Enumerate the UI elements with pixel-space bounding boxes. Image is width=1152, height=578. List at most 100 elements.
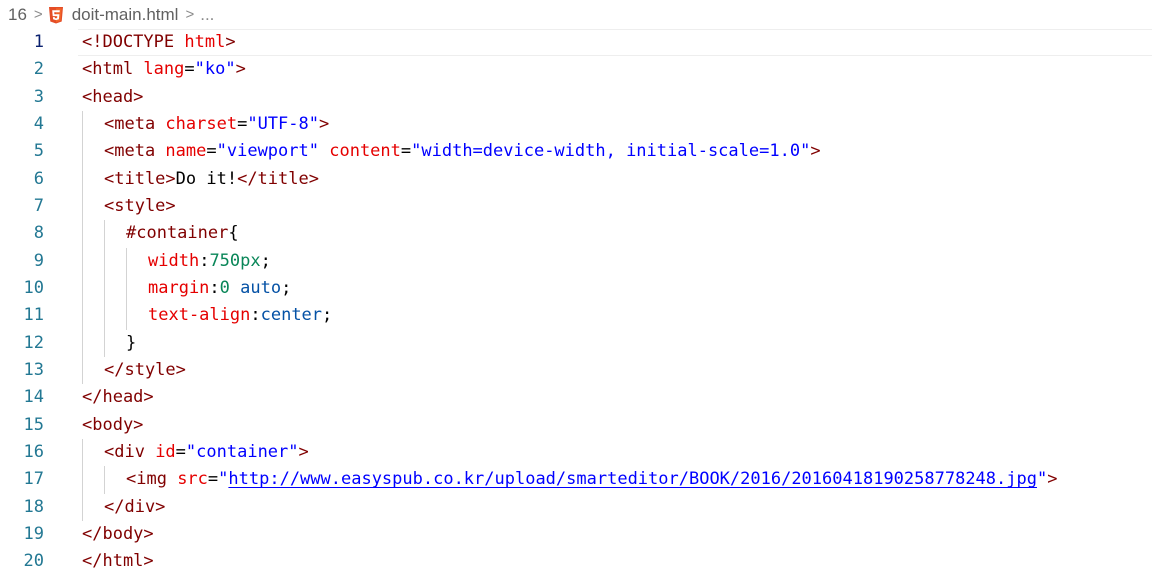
code-token: <head> [82,86,144,107]
line-number: 20 [23,551,44,572]
line-content: text-align:center; [148,302,332,329]
code-token: "width=device-width, initial-scale=1.0" [411,141,811,162]
code-line[interactable]: 1 <!DOCTYPE html> [0,29,1152,57]
code-token: " [218,469,229,490]
code-line[interactable]: 17 <img src="http://www.easyspub.co.kr/up… [0,466,1152,494]
line-content: </body> [82,521,154,548]
code-token: "ko" [194,59,236,80]
code-token: lang [143,59,185,80]
code-token: = [206,141,217,162]
code-token: Do it! [175,168,238,189]
code-token: " [1036,469,1048,490]
code-token: <title> [104,168,176,189]
indent-guide [82,165,83,193]
code-token: = [237,113,248,134]
code-line[interactable]: 4 <meta charset="UTF-8"> [0,110,1152,139]
code-token: text-align [148,305,251,326]
code-line[interactable]: 10 margin:0 auto; [0,274,1152,303]
breadcrumb-line-number[interactable]: 16 [8,5,27,25]
chevron-right-icon: > [185,5,195,23]
indent-guide [82,329,83,357]
code-line[interactable]: 5 <meta name="viewport" content="width=de… [0,138,1152,166]
code-line[interactable]: 3 <head> [0,84,1152,111]
code-token: = [207,469,219,490]
line-content: </div> [104,494,165,521]
line-number: 14 [23,387,44,408]
line-number: 4 [33,113,44,134]
code-token: #container [126,223,229,244]
indent-guide [82,192,83,221]
code-token: <div [104,441,156,462]
indent-guide [126,247,127,275]
indent-guide [82,247,83,275]
line-content: <div id="container"> [104,439,309,466]
line-content: <meta charset="UTF-8"> [104,111,329,138]
code-line[interactable]: 2 <html lang="ko"> [0,56,1152,83]
line-content: <!DOCTYPE html> [82,29,236,56]
code-line[interactable]: 19 </body> [0,521,1152,548]
code-line[interactable]: 9 width:750px; [0,247,1152,275]
code-token: </head> [82,387,154,408]
code-token: : [250,305,261,326]
code-line[interactable]: 14 </head> [0,384,1152,411]
code-token: 750px [209,250,261,271]
indent-guide [104,274,105,303]
line-number: 10 [23,277,44,298]
line-number: 2 [33,59,44,80]
line-number: 16 [23,441,44,462]
code-token: html [184,32,226,52]
line-content: } [126,330,136,357]
code-editor[interactable]: 16 > doit-main.html > ... 1 <!DOCTYPE htm… [0,0,1152,578]
indent-guide [104,247,105,275]
code-token: src [177,469,208,490]
line-number: 8 [33,223,44,244]
line-number: 3 [33,86,44,107]
code-token: <img [126,469,178,490]
code-token: > [235,59,246,80]
code-token: <meta [104,141,166,162]
code-token: auto [240,277,282,298]
code-line[interactable]: 13 </style> [0,356,1152,385]
code-line[interactable]: 12} [0,329,1152,357]
code-line[interactable]: 11 text-align:center; [0,302,1152,330]
code-line[interactable]: 15 <body> [0,412,1152,439]
code-token: </html> [82,551,154,572]
code-token: = [184,59,195,80]
line-content: <html lang="ko"> [82,56,246,83]
code-token: "viewport" [216,141,319,162]
code-token: > [225,32,236,52]
code-lines[interactable]: 1 <!DOCTYPE html> 2 <html lang="ko"> 3 <head>… [0,29,1152,576]
code-token: </body> [82,523,154,544]
url-link[interactable]: http://www.easyspub.co.kr/upload/smarted… [228,469,1037,489]
indent-guide [82,138,83,166]
code-token: ; [322,305,333,326]
line-content: <meta name="viewport" content="width=dev… [104,138,821,165]
code-line[interactable]: 6 <title>Do it!</title> [0,165,1152,193]
code-token: width [148,250,200,271]
code-token: 0 [219,277,230,298]
indent-guide [104,329,105,357]
code-line[interactable]: 18 </div> [0,493,1152,521]
code-line[interactable]: 8 #container{ [0,220,1152,248]
line-number: 1 [33,32,44,52]
code-line[interactable]: 7 <style> [0,192,1152,221]
breadcrumb-file-name[interactable]: doit-main.html [72,5,179,25]
line-number: 17 [23,469,44,490]
line-number: 12 [23,332,44,353]
code-token: > [810,141,821,162]
code-token: = [175,441,186,462]
code-token: ; [260,250,271,271]
line-content: <title>Do it!</title> [104,166,319,193]
code-token: "container" [185,441,299,462]
code-line[interactable]: 16 <div id="container"> [0,438,1152,467]
breadcrumb-more[interactable]: ... [200,5,214,25]
code-token: <!DOCTYPE [82,32,185,52]
line-number: 7 [33,195,44,216]
code-line[interactable]: 20 </html> [0,548,1152,575]
indent-guide [82,220,83,248]
line-number: 11 [23,305,44,326]
code-token: <html [82,59,144,80]
line-number: 13 [23,359,44,380]
